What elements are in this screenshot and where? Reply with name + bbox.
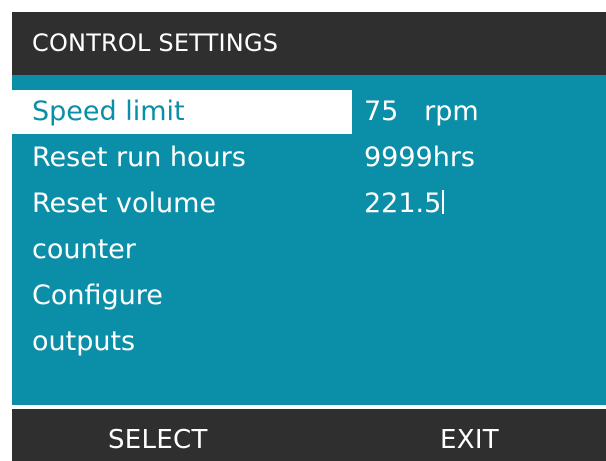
menu-item-label: outputs <box>32 326 136 357</box>
menu-item-counter-line[interactable]: counter <box>12 228 606 272</box>
hmi-screen: CONTROL SETTINGS Speed limit 75 rpm Rese… <box>12 12 606 461</box>
menu-item-outputs-line[interactable]: outputs <box>12 320 606 364</box>
menu-item-value-field: 221.5 <box>364 188 445 220</box>
menu-item-value: 75 rpm <box>364 96 479 127</box>
softkey-bar: SELECT EXIT <box>12 409 606 461</box>
select-softkey[interactable]: SELECT <box>108 424 208 456</box>
menu-item-configure-outputs[interactable]: Configure <box>12 274 606 318</box>
menu-item-label: Reset volume <box>32 188 217 219</box>
menu-item-value: 221.5 <box>364 188 442 219</box>
text-cursor <box>442 190 445 214</box>
menu-item-value: 9999hrs <box>364 142 475 173</box>
menu-item-label: Reset run hours <box>32 142 246 173</box>
title-bar: CONTROL SETTINGS <box>12 12 606 75</box>
menu-item-label: counter <box>32 234 136 265</box>
exit-softkey[interactable]: EXIT <box>440 424 499 456</box>
screen-title: CONTROL SETTINGS <box>32 29 279 57</box>
menu-item-speed-limit[interactable]: Speed limit 75 rpm <box>12 90 606 134</box>
menu-item-reset-run-hours[interactable]: Reset run hours 9999hrs <box>12 136 606 180</box>
menu-item-label: Speed limit <box>32 96 185 127</box>
menu-item-label: Configure <box>32 280 163 311</box>
menu-item-reset-volume-counter[interactable]: Reset volume 221.5 <box>12 182 606 226</box>
